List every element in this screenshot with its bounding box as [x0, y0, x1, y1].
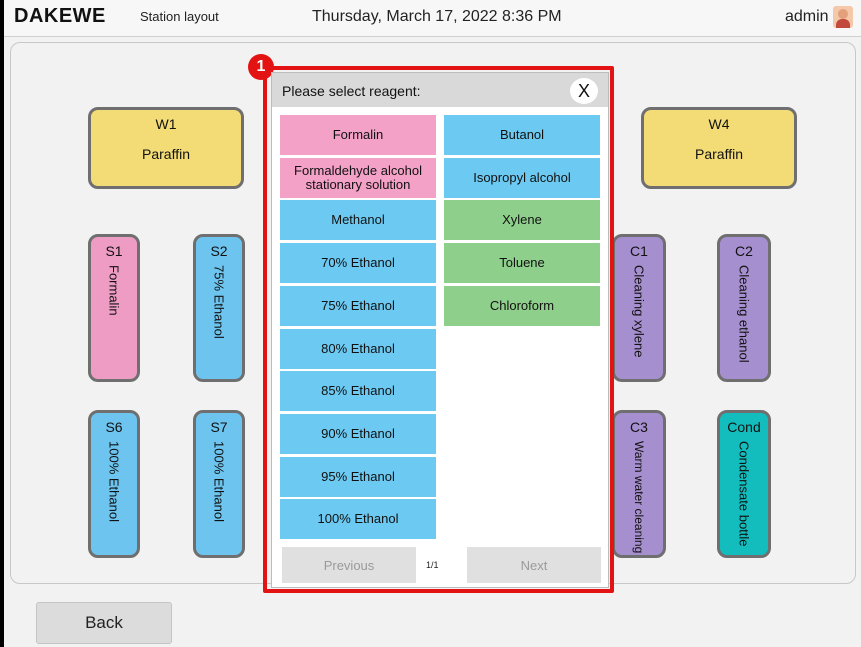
station-c3[interactable]: C3 Warm water cleaning — [612, 410, 666, 558]
close-icon[interactable]: X — [570, 78, 598, 104]
reagent-option[interactable]: 80% Ethanol — [280, 328, 436, 369]
reagent-option[interactable]: 100% Ethanol — [280, 499, 436, 540]
station-w4[interactable]: W4 Paraffin — [641, 107, 797, 189]
station-id: S1 — [105, 243, 123, 259]
reagent-option[interactable]: 90% Ethanol — [280, 413, 436, 454]
page-indicator: 1/1 — [426, 560, 439, 570]
station-c2[interactable]: C2 Cleaning ethanol — [717, 234, 771, 382]
previous-button[interactable]: Previous — [282, 547, 416, 583]
reagent-option[interactable]: 95% Ethanol — [280, 456, 436, 497]
station-id: S2 — [210, 243, 228, 259]
station-reagent: Cleaning xylene — [631, 265, 647, 358]
avatar-head-icon — [838, 9, 848, 19]
station-reagent: Formalin — [106, 265, 122, 316]
next-button[interactable]: Next — [467, 547, 601, 583]
avatar-body-icon — [836, 19, 850, 28]
station-s2[interactable]: S2 75% Ethanol — [193, 234, 245, 382]
station-s7[interactable]: S7 100% Ethanol — [193, 410, 245, 558]
station-id: W4 — [708, 116, 730, 132]
reagent-option[interactable]: Butanol — [444, 115, 600, 155]
reagent-option[interactable]: 70% Ethanol — [280, 243, 436, 284]
reagent-option[interactable]: 85% Ethanol — [280, 371, 436, 412]
station-w1[interactable]: W1 Paraffin — [88, 107, 244, 189]
station-reagent: 100% Ethanol — [106, 441, 122, 522]
station-id: C2 — [735, 243, 753, 259]
reagent-option[interactable]: Formaldehyde alcohol stationary solution — [280, 157, 436, 198]
station-reagent: Warm water cleaning — [632, 441, 646, 554]
station-reagent: 100% Ethanol — [211, 441, 227, 522]
station-s1[interactable]: S1 Formalin — [88, 234, 140, 382]
station-id: W1 — [155, 116, 177, 132]
back-button[interactable]: Back — [36, 602, 172, 644]
reagent-dialog: Please select reagent: X Formalin Formald… — [271, 72, 609, 588]
reagent-option[interactable]: Xylene — [444, 200, 600, 241]
reagent-option[interactable]: Chloroform — [444, 285, 600, 326]
reagent-option[interactable]: Methanol — [280, 200, 436, 241]
user-name[interactable]: admin — [785, 8, 829, 26]
dialog-header: Please select reagent: X — [272, 73, 608, 107]
station-id: S6 — [105, 419, 123, 435]
page-title: Station layout — [140, 9, 219, 24]
reagent-option[interactable]: Isopropyl alcohol — [444, 157, 600, 198]
station-reagent: 75% Ethanol — [211, 265, 227, 339]
station-reagent: Cleaning ethanol — [736, 265, 752, 363]
station-id: C3 — [630, 419, 648, 435]
reagent-option[interactable]: Toluene — [444, 243, 600, 284]
reagent-option[interactable]: 75% Ethanol — [280, 285, 436, 326]
brand-logo: DAKEWE — [14, 5, 106, 27]
dialog-title: Please select reagent: — [282, 83, 421, 99]
station-id: Cond — [727, 419, 761, 435]
station-id: C1 — [630, 243, 648, 259]
station-id: S7 — [210, 419, 228, 435]
station-c1[interactable]: C1 Cleaning xylene — [612, 234, 666, 382]
station-reagent: Paraffin — [695, 146, 743, 162]
station-s6[interactable]: S6 100% Ethanol — [88, 410, 140, 558]
station-cond[interactable]: Cond Condensate bottle — [717, 410, 771, 558]
reagent-option[interactable]: Formalin — [280, 115, 436, 155]
station-reagent: Paraffin — [142, 146, 190, 162]
datetime-display: Thursday, March 17, 2022 8:36 PM — [312, 8, 562, 25]
station-reagent: Condensate bottle — [736, 441, 752, 547]
avatar[interactable] — [833, 6, 853, 28]
top-bar: DAKEWE Station layout Thursday, March 17… — [4, 0, 861, 37]
